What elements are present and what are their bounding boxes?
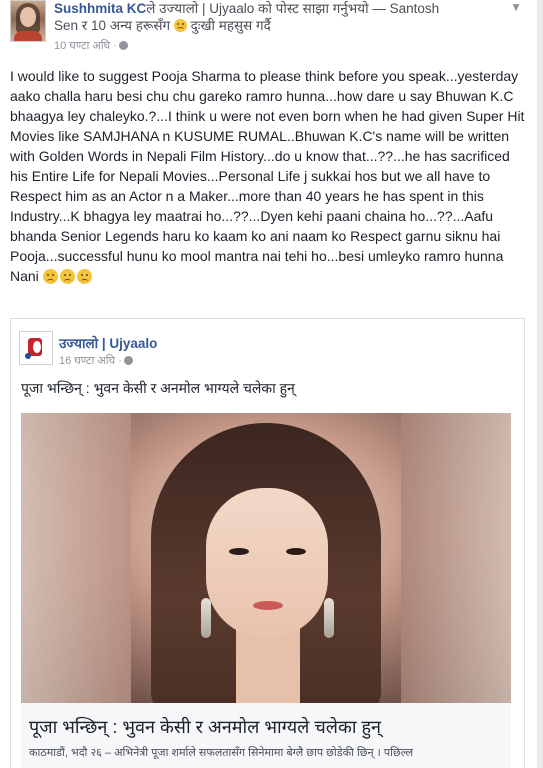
avatar-face bbox=[20, 7, 36, 27]
photo-left-eye bbox=[229, 548, 249, 555]
post-attribution-line: Sushhmita KCले उज्यालो | Ujyaalo को पोस्… bbox=[54, 0, 524, 18]
tagged-people-text[interactable]: Sen र 10 अन्य हरूसँग bbox=[54, 18, 170, 33]
post-tags-line: Sen र 10 अन्य हरूसँग दुःखी महसुस गर्दै bbox=[54, 17, 524, 35]
shared-from-text: ले उज्यालो | Ujyaalo को पोस्ट साझा गर्नु… bbox=[146, 1, 440, 16]
avatar-shirt bbox=[14, 31, 42, 41]
post-body-text: I would like to suggest Pooja Sharma to … bbox=[10, 66, 530, 286]
article-photo[interactable] bbox=[21, 413, 511, 703]
author-name-link[interactable]: Sushhmita KC bbox=[54, 1, 146, 16]
link-preview-description: काठमाडौं, भदौ २६ – अभिनेत्री पूजा शर्माल… bbox=[29, 747, 414, 759]
globe-icon bbox=[118, 41, 128, 50]
author-avatar[interactable] bbox=[10, 0, 46, 42]
photo-face bbox=[206, 488, 328, 638]
shared-time-text: 16 घण्टा अघि · bbox=[59, 355, 122, 367]
photo-right-eye bbox=[286, 548, 306, 555]
globe-icon bbox=[123, 356, 133, 365]
shared-post-timestamp[interactable]: 16 घण्टा अघि · bbox=[59, 353, 133, 368]
logo-mark-inner bbox=[33, 341, 41, 353]
post-header: Sushhmita KCले उज्यालो | Ujyaalo को पोस्… bbox=[10, 0, 530, 58]
photo-right-earring bbox=[324, 598, 334, 638]
photo-background-right bbox=[401, 413, 511, 703]
sad-face-icon bbox=[42, 269, 58, 284]
shared-post-card[interactable]: उज्यालो | Ujyaalo 16 घण्टा अघि · पूजा भन… bbox=[10, 318, 525, 768]
sad-face-icon bbox=[76, 269, 92, 284]
feeling-text: दुःखी महसुस गर्दै bbox=[190, 18, 271, 33]
ujyaalo-logo[interactable] bbox=[19, 331, 53, 365]
post-message: I would like to suggest Pooja Sharma to … bbox=[10, 68, 525, 284]
sad-face-icon bbox=[59, 269, 75, 284]
photo-background-left bbox=[21, 413, 131, 703]
sad-feeling-icon bbox=[173, 19, 187, 32]
shared-post-headline: पूजा भन्छिन् : भुवन केसी र अनमोल भाग्यले… bbox=[21, 380, 295, 396]
logo-dot bbox=[25, 353, 31, 359]
facebook-post-view: Sushhmita KCले उज्यालो | Ujyaalo को पोस्… bbox=[0, 0, 543, 768]
photo-lips bbox=[253, 601, 283, 610]
photo-left-earring bbox=[201, 598, 211, 638]
post-options-chevron-icon[interactable]: ▼ bbox=[510, 0, 522, 14]
scrollbar-track[interactable] bbox=[537, 0, 543, 768]
link-preview-caption[interactable]: पूजा भन्छिन् : भुवन केसी र अनमोल भाग्यले… bbox=[21, 703, 511, 768]
link-preview-title[interactable]: पूजा भन्छिन् : भुवन केसी र अनमोल भाग्यले… bbox=[29, 715, 381, 739]
post-time-text: 10 घण्टा अघि · bbox=[54, 40, 117, 52]
shared-page-name-link[interactable]: उज्यालो | Ujyaalo bbox=[59, 334, 157, 352]
post-timestamp[interactable]: 10 घण्टा अघि · bbox=[54, 38, 128, 53]
